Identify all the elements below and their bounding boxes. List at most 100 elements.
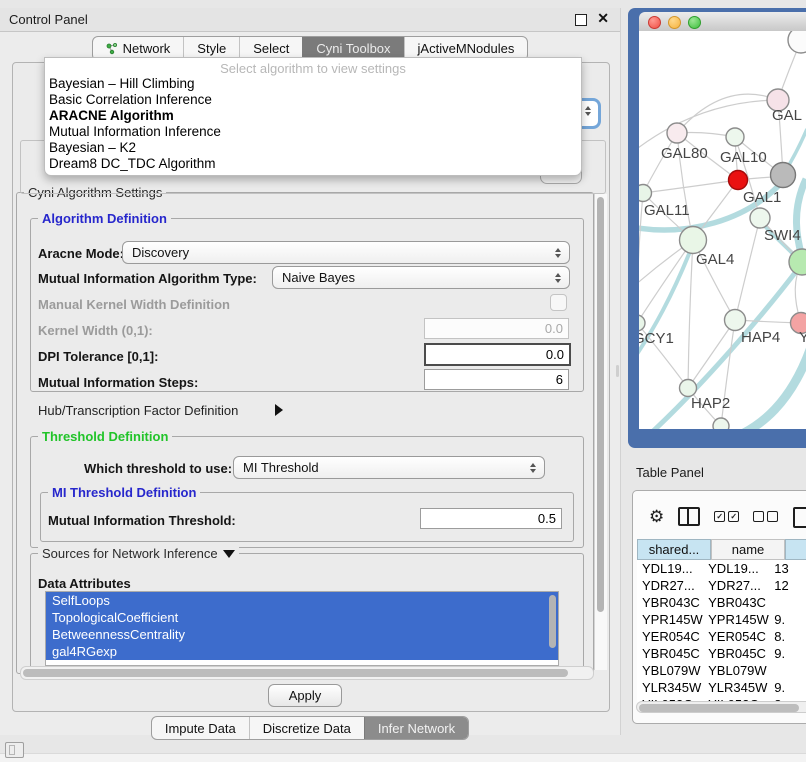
network-node[interactable] (788, 31, 806, 53)
network-node-gal80[interactable] (667, 123, 687, 143)
scrollbar-thumb[interactable] (23, 669, 568, 677)
mi-threshold-input[interactable]: 0.5 (420, 508, 562, 529)
settings-horizontal-scrollbar[interactable] (20, 666, 594, 680)
cyni-bottom-tabbar: Impute Data Discretize Data Infer Networ… (0, 716, 620, 740)
columns-icon[interactable] (678, 507, 700, 526)
cell[interactable] (769, 662, 806, 679)
cell[interactable]: 12 (769, 577, 806, 594)
cell[interactable]: YBR043C (703, 594, 769, 611)
minimize-traffic-light-icon[interactable] (668, 16, 681, 29)
dropdown-item[interactable]: Mutual Information Inference (49, 124, 221, 140)
column-header-name[interactable]: name (711, 539, 785, 560)
cell[interactable]: YLR345W (703, 679, 769, 696)
mi-algorithm-type-combobox[interactable]: Naive Bayes (272, 266, 570, 289)
cell[interactable]: YDL19... (703, 560, 769, 577)
cell[interactable]: YPR145W (637, 611, 703, 628)
list-item[interactable]: SelfLoops (46, 592, 558, 609)
table-row[interactable]: YBR043C YBR043C (637, 594, 806, 611)
list-scrollbar-thumb[interactable] (549, 595, 556, 648)
which-threshold-value: MI Threshold (243, 460, 526, 475)
list-item[interactable]: TopologicalCoefficient (46, 609, 558, 626)
network-node[interactable] (771, 163, 796, 188)
float-panel-icon[interactable] (575, 14, 587, 26)
dropdown-item-selected[interactable]: ARACNE Algorithm (49, 108, 221, 124)
table-row[interactable]: YPR145W YPR145W 9. (637, 611, 806, 628)
dpi-tolerance-input[interactable]: 0.0 (424, 343, 571, 366)
cell[interactable]: YER054C (637, 628, 703, 645)
export-table-icon[interactable] (793, 507, 806, 528)
network-node-gcy1[interactable] (639, 315, 645, 331)
close-icon[interactable]: ✕ (597, 10, 609, 27)
expand-arrow-icon[interactable] (275, 404, 283, 416)
cell[interactable]: 9. (769, 679, 806, 696)
cell[interactable]: YDL19... (637, 560, 703, 577)
which-threshold-combobox[interactable]: MI Threshold (233, 456, 545, 479)
apply-button[interactable]: Apply (268, 684, 342, 707)
cell[interactable]: 9. (769, 645, 806, 662)
cell[interactable]: YBR045C (703, 645, 769, 662)
collapse-arrow-icon[interactable] (223, 550, 235, 558)
zoom-traffic-light-icon[interactable] (688, 16, 701, 29)
network-view-window[interactable]: GAL GAL80 GAL10 GAL1 GAL11 SWI4 GAL4 GCY… (628, 8, 806, 448)
network-node-gal11[interactable] (639, 185, 652, 202)
network-node-hap4[interactable] (725, 310, 746, 331)
column-header-shared-name[interactable]: shared... (637, 539, 711, 560)
table-row[interactable]: YLR345W YLR345W 9. (637, 679, 806, 696)
scrollbar-thumb[interactable] (639, 704, 799, 712)
network-node-gal10[interactable] (726, 128, 744, 146)
cell[interactable]: 13 (769, 560, 806, 577)
network-node[interactable] (713, 418, 729, 429)
deselect-all-icon[interactable] (753, 511, 778, 522)
list-item[interactable]: gal4RGexp (46, 643, 558, 660)
node-table: shared... name YDL19... YDL19... 13 YDR2… (637, 539, 806, 702)
list-item[interactable]: BetweennessCentrality (46, 626, 558, 643)
dropdown-item[interactable]: Dream8 DC_TDC Algorithm (49, 156, 221, 172)
table-row[interactable]: YDL19... YDL19... 13 (637, 560, 806, 577)
network-window-titlebar[interactable] (639, 12, 806, 32)
table-horizontal-scrollbar[interactable] (636, 701, 806, 713)
tab-discretize-data[interactable]: Discretize Data (249, 717, 364, 739)
close-traffic-light-icon[interactable] (648, 16, 661, 29)
table-row[interactable]: YBR045C YBR045C 9. (637, 645, 806, 662)
dropdown-item[interactable]: Basic Correlation Inference (49, 92, 221, 108)
gear-icon[interactable]: ⚙ (649, 508, 664, 525)
data-attributes-list[interactable]: SelfLoops TopologicalCoefficient Between… (45, 591, 559, 666)
mi-steps-input[interactable]: 6 (424, 369, 569, 390)
cell[interactable]: 8. (769, 628, 806, 645)
network-node-hap2[interactable] (680, 380, 697, 397)
aracne-mode-combobox[interactable]: Discovery (122, 241, 570, 264)
scrollbar-thumb[interactable] (597, 197, 604, 612)
tab-infer-network[interactable]: Infer Network (364, 717, 468, 739)
column-header-clipped[interactable] (785, 539, 806, 560)
cell[interactable]: YBL079W (703, 662, 769, 679)
table-row[interactable]: YBL079W YBL079W (637, 662, 806, 679)
panel-divider-handle[interactable] (616, 365, 619, 377)
table-row[interactable]: YDR27... YDR27... 12 (637, 577, 806, 594)
cell[interactable]: YDR27... (703, 577, 769, 594)
network-node-swi4[interactable] (750, 208, 770, 228)
tab-impute-data[interactable]: Impute Data (152, 717, 249, 739)
network-node-gal4[interactable] (680, 227, 707, 254)
dropdown-item[interactable]: Bayesian – Hill Climbing (49, 76, 221, 92)
cell[interactable]: YBL079W (637, 662, 703, 679)
kernel-width-input[interactable]: 0.0 (424, 318, 569, 339)
network-node-gal1[interactable] (729, 171, 748, 190)
cell[interactable]: YPR145W (703, 611, 769, 628)
tab-infer-network-label: Infer Network (378, 721, 455, 736)
dropdown-item[interactable]: Bayesian – K2 (49, 140, 221, 156)
docked-panel-icon[interactable] (5, 742, 24, 758)
cell[interactable]: YER054C (703, 628, 769, 645)
mi-threshold-definition-title: MI Threshold Definition (48, 485, 200, 500)
table-row[interactable]: YER054C YER054C 8. (637, 628, 806, 645)
manual-kernel-width-checkbox[interactable] (550, 294, 567, 311)
cell[interactable]: YLR345W (637, 679, 703, 696)
cell[interactable] (769, 594, 806, 611)
node-label: GCY1 (639, 330, 674, 347)
cell[interactable]: YDR27... (637, 577, 703, 594)
cell[interactable]: YBR043C (637, 594, 703, 611)
cell[interactable]: YBR045C (637, 645, 703, 662)
select-all-icon[interactable]: ✓✓ (714, 511, 739, 522)
network-canvas[interactable]: GAL GAL80 GAL10 GAL1 GAL11 SWI4 GAL4 GCY… (639, 31, 806, 429)
cell[interactable]: 9. (769, 611, 806, 628)
settings-vertical-scrollbar[interactable] (594, 194, 607, 670)
